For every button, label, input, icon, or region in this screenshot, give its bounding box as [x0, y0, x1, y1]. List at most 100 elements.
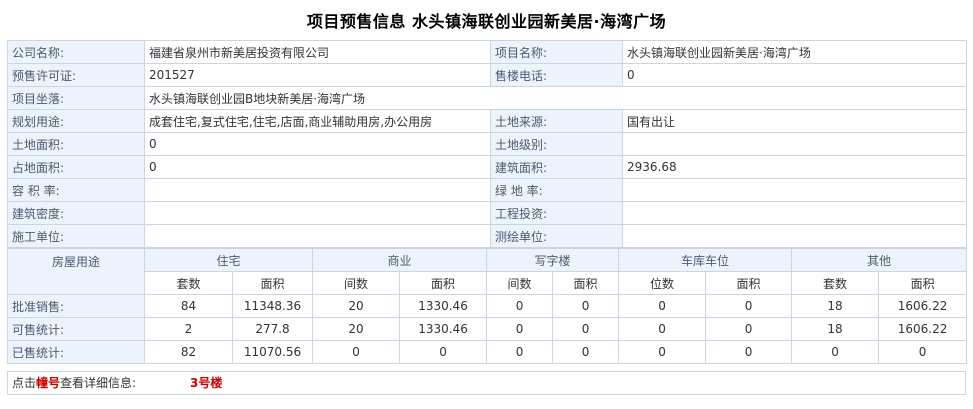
sales-phone-value: 0	[622, 63, 967, 87]
plot-ratio-label: 容 积 率:	[7, 178, 145, 202]
land-source-label: 土地来源:	[490, 109, 623, 133]
page-title: 项目预售信息 水头镇海联创业园新美居·海湾广场	[306, 12, 667, 31]
footer-suffix: 查看详细信息:	[60, 376, 137, 390]
building-density-value	[144, 201, 491, 225]
stat-cell: 0	[705, 294, 793, 318]
planned-use-value: 成套住宅,复式住宅,住宅,店面,商业辅助用房,办公用房	[144, 109, 491, 133]
info-row: 土地面积: 0 土地级别:	[7, 132, 967, 156]
presale-permit-label: 预售许可证:	[7, 63, 145, 87]
land-source-value: 国有出让	[622, 109, 967, 133]
info-row: 公司名称: 福建省泉州市新美居投资有限公司 项目名称: 水头镇海联创业园新美居·…	[7, 40, 967, 64]
stat-cell: 0	[552, 340, 620, 364]
info-row: 施工单位: 测绘单位:	[7, 224, 967, 248]
building-3-link[interactable]: 3号楼	[190, 372, 222, 394]
survey-unit-value	[622, 224, 967, 248]
building-area-value: 2936.68	[622, 155, 967, 179]
occupied-area-label: 占地面积:	[7, 155, 145, 179]
stat-cell: 84	[144, 294, 233, 318]
land-grade-label: 土地级别:	[490, 132, 623, 156]
stat-cell: 82	[144, 340, 233, 364]
planned-use-label: 规划用途:	[7, 109, 145, 133]
sub-header: 面积	[231, 271, 314, 295]
footer-prefix: 点击	[12, 376, 37, 390]
info-row: 容 积 率: 绿 地 率:	[7, 178, 967, 202]
stat-cell: 0	[618, 317, 707, 341]
sub-header: 位数	[618, 271, 707, 295]
sub-header: 面积	[705, 271, 793, 295]
sub-header: 面积	[399, 271, 488, 295]
stat-cell: 1330.46	[399, 294, 488, 318]
stat-cell: 0	[705, 317, 793, 341]
info-row: 规划用途: 成套住宅,复式住宅,住宅,店面,商业辅助用房,办公用房 土地来源: …	[7, 109, 967, 133]
stats-row-sold: 已售统计: 82 11070.56 0 0 0 0 0 0 0 0	[7, 340, 968, 364]
construction-unit-value	[144, 224, 491, 248]
stat-cell: 0	[399, 340, 488, 364]
land-grade-value	[622, 132, 967, 156]
project-location-label: 项目坐落:	[7, 86, 145, 110]
stat-cell: 0	[705, 340, 793, 364]
building-area-label: 建筑面积:	[490, 155, 623, 179]
survey-unit-label: 测绘单位:	[490, 224, 623, 248]
sub-header: 套数	[144, 271, 233, 295]
construction-unit-label: 施工单位:	[7, 224, 145, 248]
land-area-value: 0	[144, 132, 491, 156]
project-location-value: 水头镇海联创业园B地块新美居·海湾广场	[144, 86, 967, 110]
group-header-other: 其他	[791, 248, 968, 272]
stat-cell: 11070.56	[231, 340, 314, 364]
stats-row-approved: 批准销售: 84 11348.36 20 1330.46 0 0 0 0 18 …	[7, 294, 968, 318]
stat-cell: 0	[486, 294, 554, 318]
info-row: 建筑密度: 工程投资:	[7, 201, 967, 225]
row-label-sold: 已售统计:	[7, 340, 145, 364]
stat-cell: 18	[791, 317, 880, 341]
stat-cell: 0	[552, 317, 620, 341]
sub-header: 间数	[312, 271, 401, 295]
info-row: 占地面积: 0 建筑面积: 2936.68	[7, 155, 967, 179]
plot-ratio-value	[144, 178, 491, 202]
stats-group-header-row: 房屋用途 住宅 商业 写字楼 车库车位 其他	[7, 248, 968, 295]
stat-cell: 1606.22	[878, 317, 968, 341]
building-link-bar: 点击幢号查看详细信息: 3号楼	[7, 371, 966, 395]
stat-cell: 0	[552, 294, 620, 318]
project-info-table: 公司名称: 福建省泉州市新美居投资有限公司 项目名称: 水头镇海联创业园新美居·…	[7, 40, 967, 248]
green-ratio-label: 绿 地 率:	[490, 178, 623, 202]
row-label-available: 可售统计:	[7, 317, 145, 341]
usage-header: 房屋用途	[7, 248, 145, 295]
stat-cell: 18	[791, 294, 880, 318]
sub-header: 套数	[791, 271, 880, 295]
stat-cell: 1330.46	[399, 317, 488, 341]
presale-permit-value: 201527	[144, 63, 491, 87]
stat-cell: 277.8	[231, 317, 314, 341]
company-name-label: 公司名称:	[7, 40, 145, 64]
stats-sub-header-row: 套数 面积 间数 面积 间数 面积 位数 面积 套数 面积	[8, 271, 968, 295]
stat-cell: 1606.22	[878, 294, 968, 318]
stat-cell: 0	[618, 340, 707, 364]
stat-cell: 20	[312, 294, 401, 318]
project-name-label: 项目名称:	[490, 40, 623, 64]
stat-cell: 0	[878, 340, 968, 364]
row-label-approved: 批准销售:	[7, 294, 145, 318]
sales-stats-table: 房屋用途 住宅 商业 写字楼 车库车位 其他 套数 面积 间数 面积 间数 面积…	[7, 248, 968, 364]
group-header-office: 写字楼	[486, 248, 620, 272]
company-name-value: 福建省泉州市新美居投资有限公司	[144, 40, 491, 64]
stat-cell: 0	[486, 340, 554, 364]
occupied-area-value: 0	[144, 155, 491, 179]
sales-phone-label: 售楼电话:	[490, 63, 623, 87]
stat-cell: 0	[486, 317, 554, 341]
stat-cell: 11348.36	[231, 294, 314, 318]
group-header-residential: 住宅	[143, 248, 314, 272]
footer-highlight: 幢号	[36, 376, 61, 390]
group-header-commercial: 商业	[312, 248, 488, 272]
sub-header: 面积	[878, 271, 968, 295]
building-density-label: 建筑密度:	[7, 201, 145, 225]
stat-cell: 0	[791, 340, 880, 364]
project-name-value: 水头镇海联创业园新美居·海湾广场	[622, 40, 967, 64]
info-row: 预售许可证: 201527 售楼电话: 0	[7, 63, 967, 87]
stat-cell: 20	[312, 317, 401, 341]
investment-value	[622, 201, 967, 225]
green-ratio-value	[622, 178, 967, 202]
sub-header: 间数	[486, 271, 554, 295]
group-header-parking: 车库车位	[618, 248, 793, 272]
info-row: 项目坐落: 水头镇海联创业园B地块新美居·海湾广场	[7, 86, 967, 110]
stat-cell: 2	[144, 317, 233, 341]
sub-header: 面积	[552, 271, 620, 295]
